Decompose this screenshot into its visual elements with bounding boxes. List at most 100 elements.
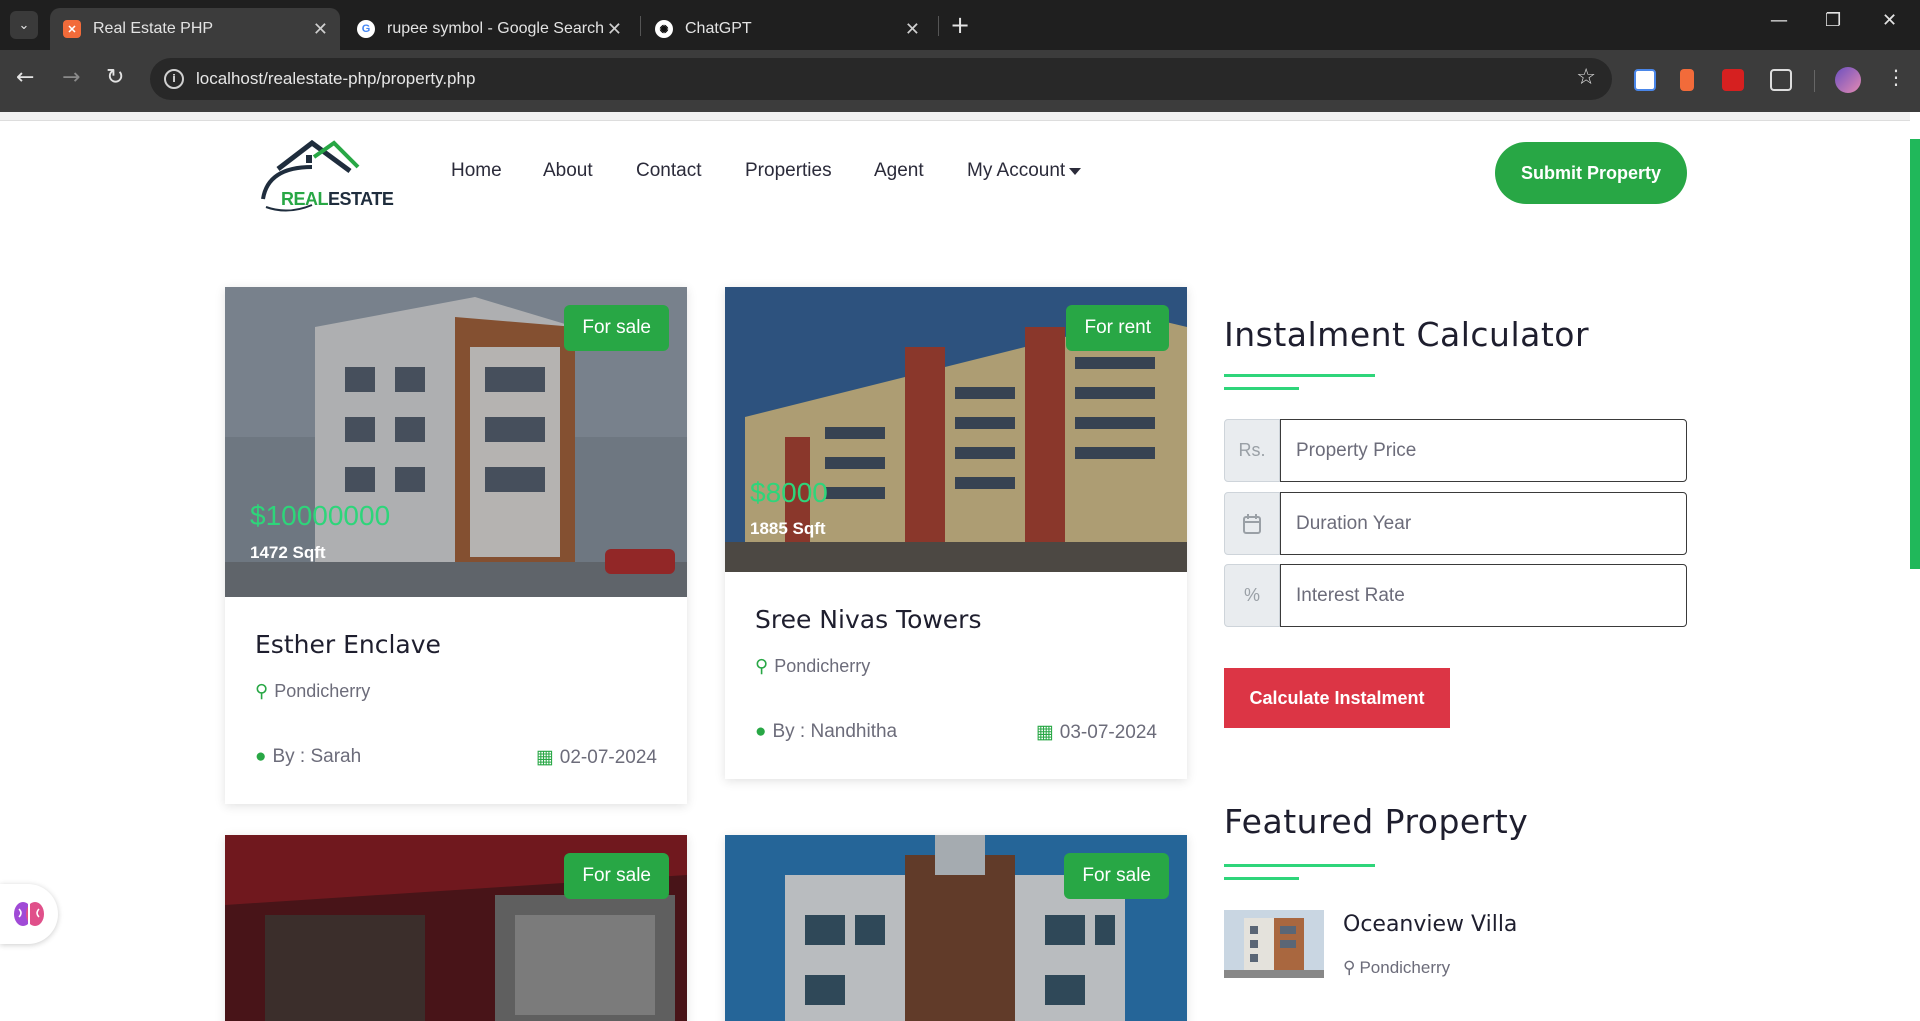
property-price: $10000000	[250, 500, 391, 531]
calculator-heading: Instalment Calculator	[1224, 315, 1590, 354]
status-badge: For sale	[564, 305, 669, 351]
logo-text: REALESTATE	[281, 189, 394, 209]
property-agent: ● By : Nandhitha	[755, 721, 898, 742]
screen-recorder-extension-icon[interactable]	[1722, 69, 1744, 91]
featured-property-location: ⚲ Pondicherry	[1343, 958, 1451, 977]
tab-google-search[interactable]: G rupee symbol - Google Search ✕	[344, 8, 634, 50]
bookmark-star-icon[interactable]: ☆	[1576, 65, 1596, 90]
tab-title: rupee symbol - Google Search	[387, 20, 604, 37]
property-title[interactable]: Esther Enclave	[255, 630, 441, 659]
page-content: REALESTATE Home About Contact Properties…	[0, 112, 1920, 1021]
back-button[interactable]: ←	[16, 65, 34, 90]
ai-assistant-brain-icon[interactable]	[0, 884, 58, 944]
forward-button[interactable]: →	[62, 65, 80, 90]
tab-chatgpt[interactable]: ✺ ChatGPT ✕	[642, 8, 932, 50]
nav-my-account[interactable]: My Account	[967, 160, 1082, 182]
nav-my-account-label: My Account	[967, 160, 1066, 181]
browser-tab-bar: ⌄ ✕ Real Estate PHP ✕ G rupee symbol - G…	[0, 0, 1920, 50]
nav-agent[interactable]: Agent	[874, 160, 924, 182]
map-marker-icon: ⚲	[755, 656, 769, 676]
property-card[interactable]: For rent $8000 1885 Sqft Sree Nivas Towe…	[725, 287, 1187, 779]
dropdown-caret-icon	[1069, 168, 1082, 175]
interest-rate-input[interactable]	[1280, 564, 1687, 627]
browser-toolbar: ← → ↻ i localhost/realestate-php/propert…	[0, 50, 1920, 112]
restore-window-icon[interactable]: ❐	[1825, 10, 1841, 31]
calendar-icon: ▦	[1035, 722, 1054, 743]
property-date: ▦ 03-07-2024	[1035, 722, 1157, 743]
heading-underline	[1224, 877, 1299, 880]
calendar-icon: ▦	[535, 747, 554, 768]
featured-property-title[interactable]: Oceanview Villa	[1343, 912, 1517, 937]
building-photo	[1224, 910, 1324, 978]
nav-contact[interactable]: Contact	[636, 160, 701, 182]
property-date: ▦ 02-07-2024	[535, 747, 657, 768]
tab-search-button[interactable]: ⌄	[10, 11, 38, 39]
property-card[interactable]: For sale	[725, 835, 1187, 1021]
nav-properties[interactable]: Properties	[745, 160, 832, 182]
property-image[interactable]: For sale	[725, 835, 1187, 1021]
property-image[interactable]: For rent $8000 1885 Sqft	[725, 287, 1187, 572]
heading-underline	[1224, 374, 1375, 377]
browser-menu-icon[interactable]: ⋮	[1886, 65, 1906, 89]
property-price-row: Rs.	[1224, 419, 1687, 482]
google-translate-extension-icon[interactable]	[1634, 69, 1656, 91]
url-text[interactable]: localhost/realestate-php/property.php	[196, 69, 475, 89]
bookmark-extension-icon[interactable]	[1680, 69, 1694, 91]
interest-rate-row: %	[1224, 564, 1687, 627]
property-area: 1472 Sqft	[250, 543, 326, 562]
property-location: ⚲ Pondicherry	[255, 681, 371, 701]
status-badge: For sale	[1064, 853, 1169, 899]
status-badge: For sale	[564, 853, 669, 899]
toolbar-divider	[1814, 70, 1815, 92]
reload-button[interactable]: ↻	[106, 65, 124, 90]
duration-year-row	[1224, 492, 1687, 555]
chatgpt-favicon-icon: ✺	[655, 20, 673, 38]
property-area: 1885 Sqft	[750, 519, 826, 538]
duration-year-input[interactable]	[1280, 492, 1687, 555]
close-tab-icon[interactable]: ✕	[607, 19, 622, 40]
map-marker-icon: ⚲	[1343, 958, 1356, 977]
top-strip	[0, 112, 1910, 121]
property-location: ⚲ Pondicherry	[755, 656, 871, 676]
tab-real-estate[interactable]: ✕ Real Estate PHP ✕	[50, 8, 340, 50]
user-icon: ●	[255, 746, 267, 767]
calendar-icon	[1224, 492, 1280, 555]
calculate-instalment-button[interactable]: Calculate Instalment	[1224, 668, 1450, 728]
property-title[interactable]: Sree Nivas Towers	[755, 605, 982, 634]
heading-underline	[1224, 864, 1375, 867]
new-tab-button[interactable]: +	[950, 12, 970, 38]
minimize-window-icon[interactable]: —	[1770, 10, 1788, 31]
site-info-icon[interactable]: i	[164, 69, 184, 89]
property-image[interactable]: For sale	[225, 835, 687, 1021]
rupee-addon: Rs.	[1224, 419, 1280, 482]
user-icon: ●	[755, 721, 767, 742]
close-tab-icon[interactable]: ✕	[313, 19, 328, 40]
profile-avatar[interactable]	[1835, 67, 1861, 93]
property-card[interactable]: For sale	[225, 835, 687, 1021]
tab-title: Real Estate PHP	[93, 20, 214, 37]
featured-property-thumbnail[interactable]	[1224, 910, 1324, 978]
property-image[interactable]: For sale $10000000 1472 Sqft	[225, 287, 687, 597]
address-bar[interactable]: i localhost/realestate-php/property.php …	[150, 58, 1612, 100]
percent-addon: %	[1224, 564, 1280, 627]
tab-divider	[640, 16, 641, 36]
close-tab-icon[interactable]: ✕	[905, 19, 920, 40]
submit-property-button[interactable]: Submit Property	[1495, 142, 1687, 204]
extensions-puzzle-icon[interactable]	[1770, 69, 1792, 91]
property-card[interactable]: For sale $10000000 1472 Sqft Esther Encl…	[225, 287, 687, 804]
property-price: $8000	[750, 477, 828, 508]
property-price-input[interactable]	[1280, 419, 1687, 482]
close-window-icon[interactable]: ✕	[1882, 10, 1897, 31]
site-logo[interactable]: REALESTATE	[258, 137, 394, 217]
nav-home[interactable]: Home	[451, 160, 502, 182]
xampp-favicon-icon: ✕	[63, 20, 81, 38]
property-agent: ● By : Sarah	[255, 746, 362, 767]
page-scrollbar-thumb[interactable]	[1910, 139, 1920, 569]
google-favicon-icon: G	[357, 20, 375, 38]
heading-underline	[1224, 387, 1299, 390]
map-marker-icon: ⚲	[255, 681, 269, 701]
featured-heading: Featured Property	[1224, 802, 1529, 841]
tab-title: ChatGPT	[685, 20, 752, 37]
nav-about[interactable]: About	[543, 160, 593, 182]
status-badge: For rent	[1066, 305, 1169, 351]
